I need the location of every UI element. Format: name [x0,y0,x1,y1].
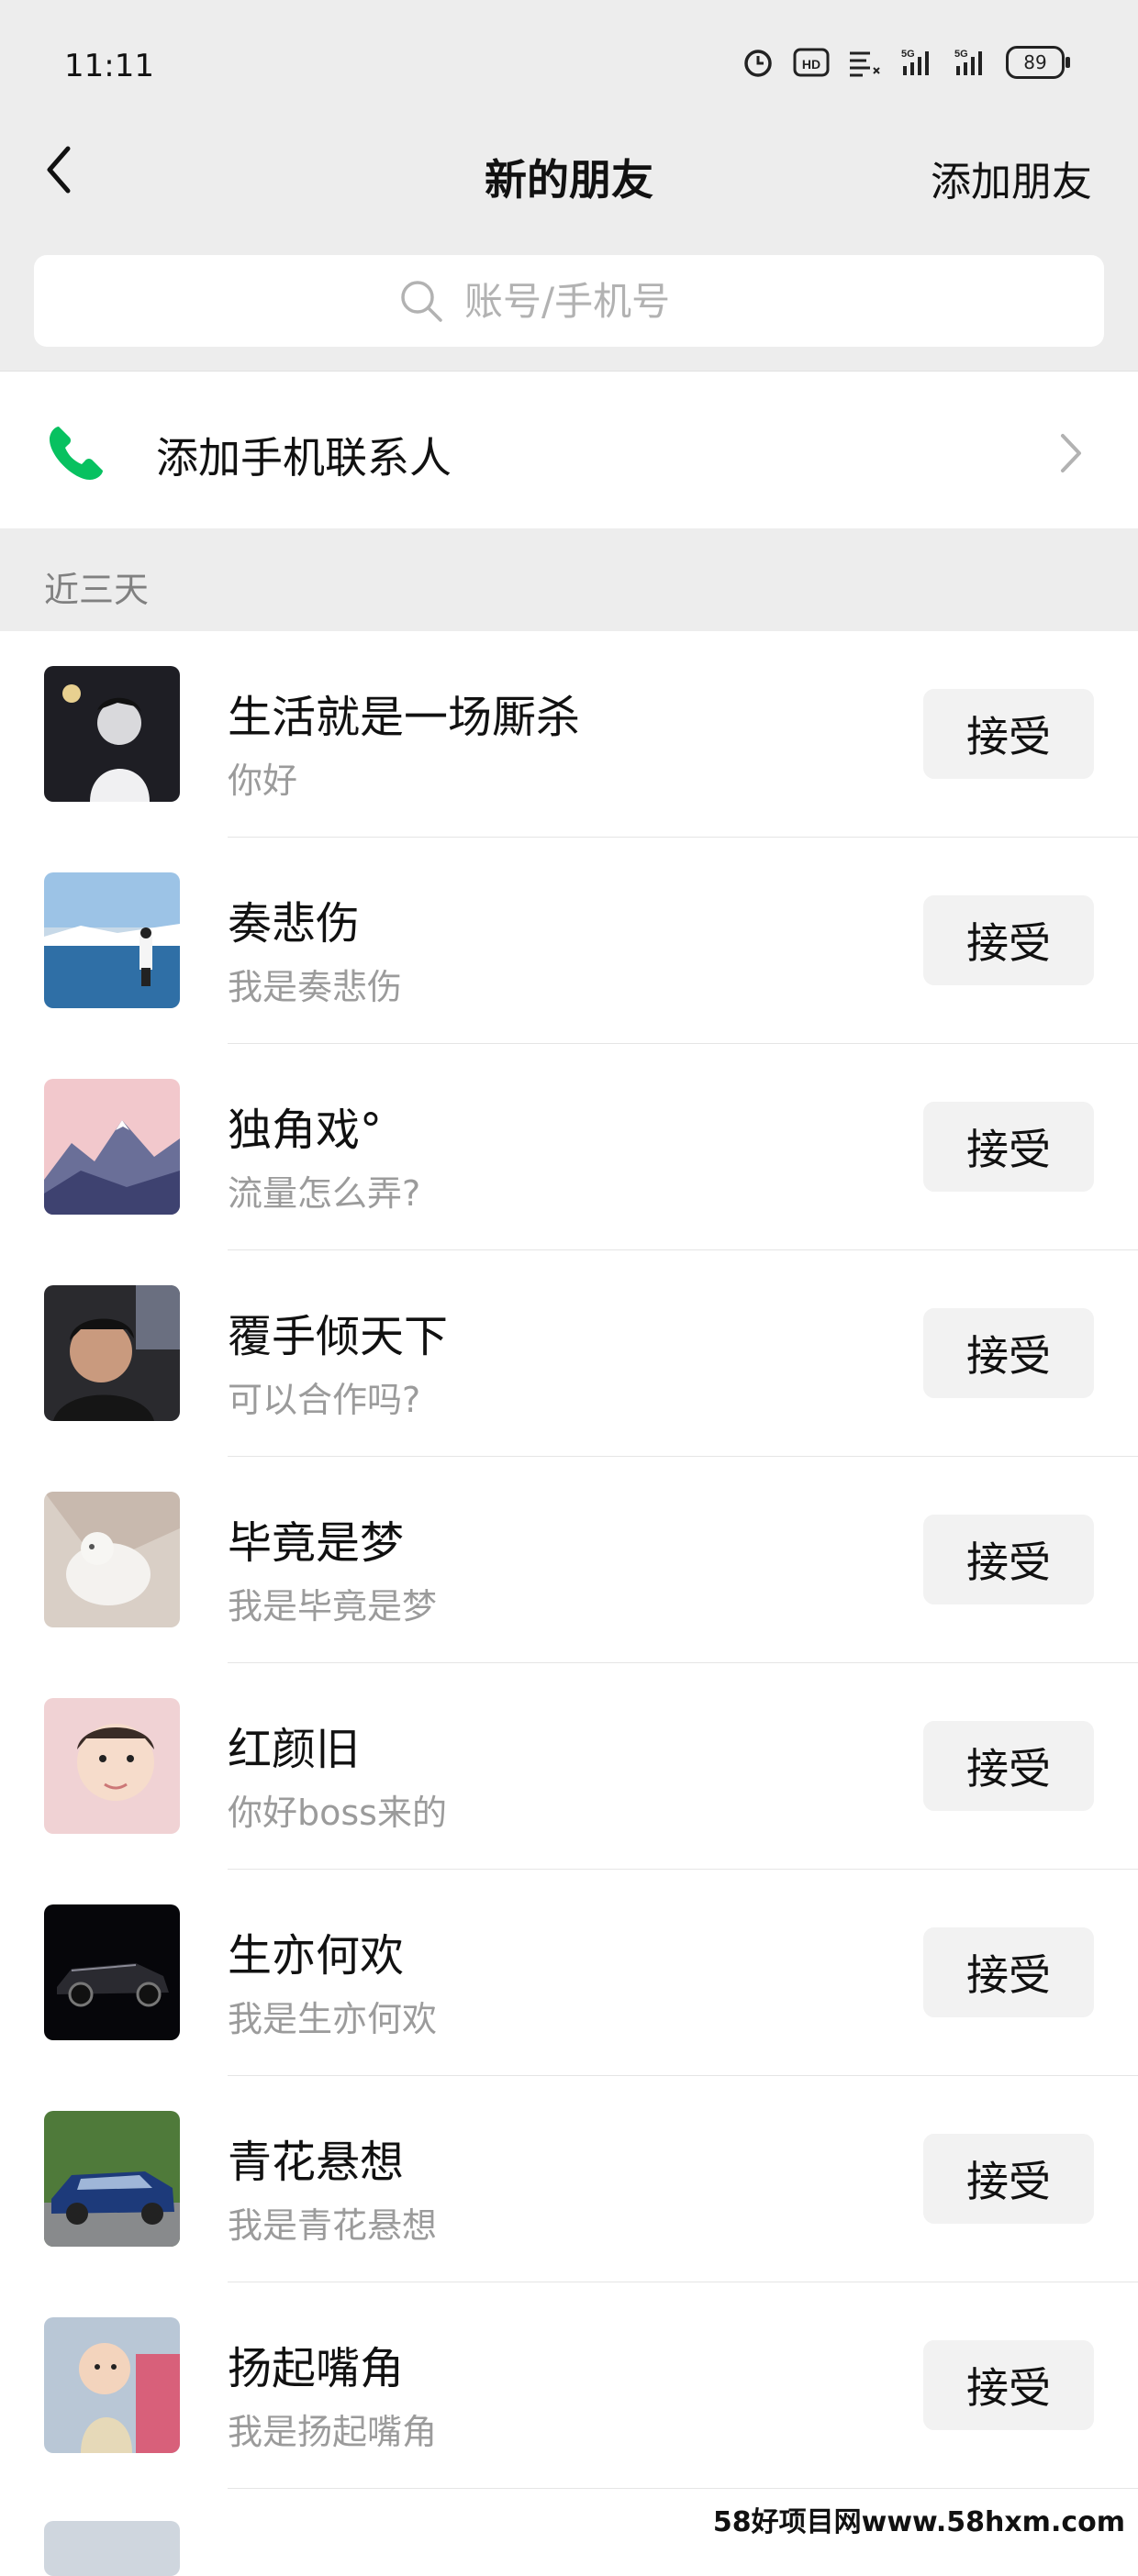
request-name: 生亦何欢 [228,1930,405,1982]
avatar[interactable] [44,2111,180,2247]
accept-button[interactable]: 接受 [923,1927,1094,2017]
nav-bar: 新的朋友 添加朋友 [0,110,1138,248]
hd-icon: HD [793,48,830,77]
battery-icon: 89 [1006,46,1070,79]
search-icon [401,281,442,322]
status-time: 11:11 [64,48,154,84]
phone-icon [50,427,103,480]
watermark: 58好项目网www.58hxm.com [708,2499,1129,2539]
avatar[interactable] [44,2317,180,2453]
signal-5g-icon-2: 5G [954,49,982,75]
request-message: 我是奏悲伤 [228,967,403,1007]
accept-button[interactable]: 接受 [923,1721,1094,1811]
list-item[interactable]: 青花悬想 我是青花悬想 接受 [0,2076,1138,2282]
list-item[interactable]: 生活就是一场厮杀 你好 接受 [0,631,1138,838]
friend-request-list: 生活就是一场厮杀 你好 接受 奏悲伤 我是奏悲伤 接受 独角戏° 流量怎么弄? … [0,631,1138,2489]
alarm-icon [744,50,772,77]
request-message: 我是青花悬想 [228,2205,438,2246]
list-item[interactable]: 扬起嘴角 我是扬起嘴角 接受 [0,2282,1138,2489]
status-icons: HD 5G 5G 89 [740,46,1070,79]
request-name: 毕竟是梦 [228,1517,405,1569]
list-item[interactable]: 生亦何欢 我是生亦何欢 接受 [0,1870,1138,2076]
accept-button[interactable]: 接受 [923,1515,1094,1604]
request-name: 覆手倾天下 [228,1311,449,1362]
search-input[interactable] [463,277,742,325]
avatar[interactable] [44,1285,180,1421]
request-name: 独角戏° [228,1105,383,1156]
svg-text:HD: HD [802,57,820,72]
request-message: 我是生亦何欢 [228,1999,438,2039]
avatar[interactable] [44,872,180,1008]
avatar[interactable] [44,1904,180,2040]
search-box[interactable] [34,255,1104,347]
list-item[interactable]: 独角戏° 流量怎么弄? 接受 [0,1044,1138,1250]
request-message: 可以合作吗? [228,1380,421,1420]
request-message: 我是扬起嘴角 [228,2412,438,2452]
accept-button[interactable]: 接受 [923,1308,1094,1398]
add-friend-button[interactable]: 添加朋友 [931,149,1092,207]
add-phone-contacts-label: 添加手机联系人 [156,433,452,483]
chevron-right-icon [1061,434,1081,472]
accept-button[interactable]: 接受 [923,895,1094,985]
accept-button[interactable]: 接受 [923,1102,1094,1192]
avatar[interactable] [44,2521,180,2576]
section-header: 近三天 [0,528,1138,631]
search-area [0,248,1138,371]
add-phone-contacts-row[interactable]: 添加手机联系人 [0,371,1138,529]
request-name: 红颜旧 [228,1724,361,1775]
request-message: 你好boss来的 [228,1793,447,1833]
accept-button[interactable]: 接受 [923,2134,1094,2224]
request-message: 流量怎么弄? [228,1173,421,1214]
accept-button[interactable]: 接受 [923,2340,1094,2430]
request-name: 奏悲伤 [228,898,361,949]
request-message: 你好 [228,761,298,801]
section-label: 近三天 [44,570,150,610]
avatar[interactable] [44,1698,180,1834]
avatar[interactable] [44,1492,180,1627]
list-item[interactable]: 毕竟是梦 我是毕竟是梦 接受 [0,1457,1138,1663]
signal-5g-icon: 5G [901,49,929,75]
svg-text:5G: 5G [901,49,915,60]
list-item[interactable]: 奏悲伤 我是奏悲伤 接受 [0,838,1138,1044]
data-speed-icon [850,51,880,77]
list-item[interactable]: 红颜旧 你好boss来的 接受 [0,1663,1138,1870]
avatar[interactable] [44,1079,180,1215]
request-name: 扬起嘴角 [228,2343,405,2394]
list-item[interactable]: 覆手倾天下 可以合作吗? 接受 [0,1250,1138,1457]
avatar[interactable] [44,666,180,802]
request-name: 生活就是一场厮杀 [228,692,581,743]
request-message: 我是毕竟是梦 [228,1586,438,1627]
svg-text:5G: 5G [954,49,968,60]
request-name: 青花悬想 [228,2137,405,2188]
accept-button[interactable]: 接受 [923,689,1094,779]
